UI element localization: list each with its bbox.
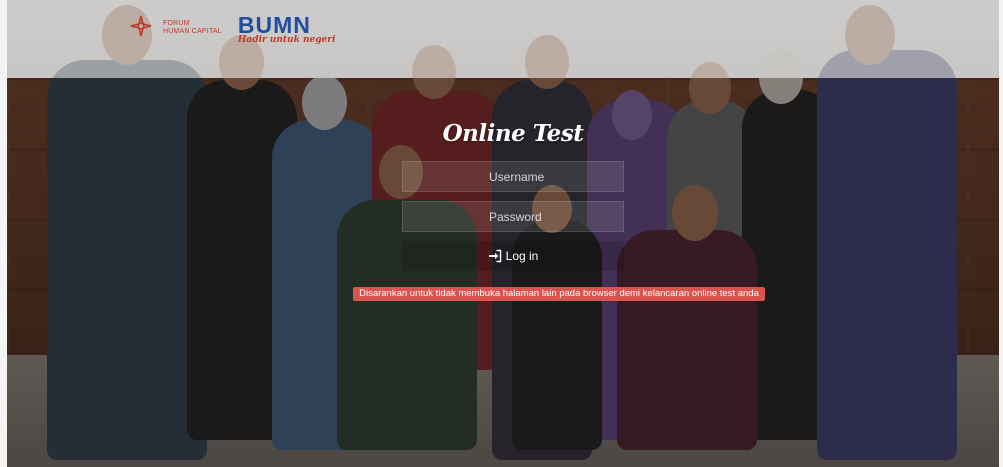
fhci-line2: HUMAN CAPITAL bbox=[163, 28, 222, 35]
login-button-label: Log in bbox=[505, 249, 539, 263]
username-input[interactable] bbox=[402, 161, 624, 192]
fhci-star-icon bbox=[129, 14, 153, 38]
sign-in-icon bbox=[488, 249, 502, 263]
logo-group: FORUM HUMAN CAPITAL BUMN Hadir untuk neg… bbox=[129, 14, 335, 45]
fhci-logo-text: FORUM HUMAN CAPITAL bbox=[163, 20, 222, 36]
bumn-title: BUMN bbox=[237, 12, 311, 38]
page-title: Online Test bbox=[442, 120, 584, 147]
password-input[interactable] bbox=[402, 201, 624, 232]
bumn-tagline: Hadir untuk negeri bbox=[237, 35, 336, 45]
fhci-line1: FORUM bbox=[163, 20, 190, 27]
bumn-logo: BUMN Hadir untuk negeri bbox=[237, 12, 336, 46]
header-bar: FORUM HUMAN CAPITAL BUMN Hadir untuk neg… bbox=[7, 0, 999, 78]
login-form: Online Test Log in bbox=[402, 120, 624, 271]
notice-banner: Disarankan untuk tidak membuka halaman l… bbox=[353, 287, 765, 301]
login-button[interactable]: Log in bbox=[402, 241, 624, 271]
login-page: FORUM HUMAN CAPITAL BUMN Hadir untuk neg… bbox=[7, 0, 999, 467]
